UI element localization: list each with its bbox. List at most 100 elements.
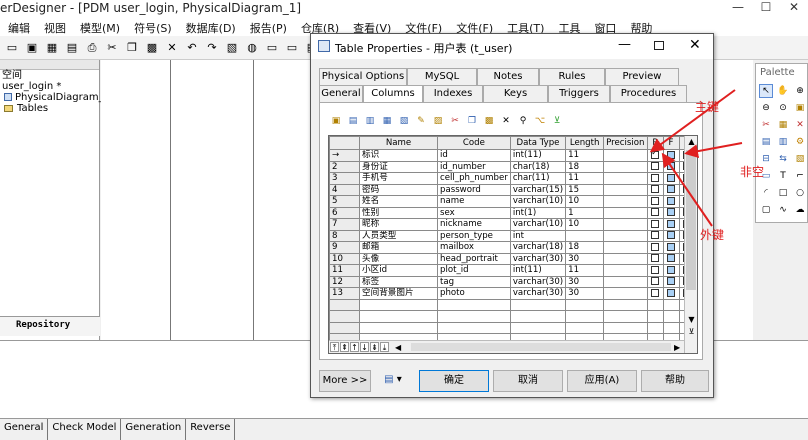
column-length[interactable]: 30	[565, 252, 605, 265]
dialog-tab[interactable]: Rules	[539, 68, 605, 85]
link-tool-icon[interactable]: ⇆	[776, 152, 790, 166]
foreign-key-checkbox[interactable]	[667, 231, 675, 240]
ellipse-tool-icon[interactable]: ○	[793, 186, 807, 200]
column-data-type[interactable]: char(11)	[509, 172, 567, 185]
tree-model[interactable]: user_login *	[0, 81, 99, 92]
cancel-button[interactable]: 取消	[493, 370, 563, 392]
column-name[interactable]: 头像	[359, 252, 438, 265]
column-code[interactable]: tag	[437, 275, 511, 288]
column-code[interactable]: id_number	[437, 160, 511, 173]
menu-item[interactable]: 报告(P)	[242, 18, 293, 36]
dialog-tab[interactable]: Preview	[605, 68, 679, 85]
move-down-page-icon[interactable]: ⇟	[370, 342, 379, 352]
primary-key-checkbox[interactable]	[651, 288, 659, 297]
column-code[interactable]: nickname	[437, 218, 511, 231]
column-header[interactable]: Name	[359, 136, 438, 150]
properties-icon[interactable]: ▣	[329, 114, 343, 128]
column-name[interactable]: 姓名	[359, 195, 438, 208]
column-row[interactable]: → 标识 id int(11) 11	[329, 149, 696, 162]
globe-icon[interactable]: ◍	[245, 41, 259, 55]
rename-icon[interactable]: ✎	[414, 114, 428, 128]
copy-icon[interactable]: ❐	[465, 114, 479, 128]
cut-icon[interactable]: ✂	[105, 41, 119, 55]
customize-icon[interactable]: ▨	[431, 114, 445, 128]
column-precision[interactable]	[603, 241, 648, 254]
primary-key-checkbox[interactable]	[651, 265, 659, 274]
column-length[interactable]: 11	[565, 264, 605, 277]
column-code[interactable]: sex	[437, 206, 511, 219]
menu-item[interactable]: 模型(M)	[72, 18, 126, 36]
dialog-close-button[interactable]: ✕	[689, 37, 701, 53]
folder-icon[interactable]: ▭	[265, 41, 279, 55]
column-row[interactable]: 7 昵称 nickname varchar(10) 10	[329, 218, 696, 231]
column-header[interactable]: Code	[437, 136, 511, 150]
paste-icon[interactable]: ▩	[482, 114, 496, 128]
column-length[interactable]: 10	[565, 195, 605, 208]
grid-vertical-scrollbar[interactable]: ▲ ▼ ⊻	[684, 136, 697, 353]
column-row[interactable]: 8 人员类型 person_type int	[329, 229, 696, 242]
column-length[interactable]: 30	[565, 275, 605, 288]
curve-tool-icon[interactable]: ∿	[776, 203, 790, 217]
column-precision[interactable]	[603, 229, 648, 242]
column-name[interactable]: 身份证	[359, 160, 438, 173]
primary-key-checkbox[interactable]	[651, 185, 659, 194]
zoom-reset-tool-icon[interactable]: ⊙	[776, 101, 790, 115]
menu-dropdown-button[interactable]: ▤ ▾	[375, 370, 411, 392]
primary-key-checkbox[interactable]	[651, 254, 659, 263]
table-tool-icon[interactable]: ▤	[759, 135, 773, 149]
menu-item[interactable]: 数据库(D)	[178, 18, 242, 36]
move-bottom-icon[interactable]: ⤓	[380, 342, 389, 352]
open-package-tool-icon[interactable]: ▣	[793, 101, 807, 115]
output-tab[interactable]: Generation	[121, 419, 187, 440]
primary-key-checkbox[interactable]	[651, 208, 659, 217]
zoom-in-tool-icon[interactable]: ⊕	[793, 84, 807, 98]
column-name[interactable]: 人员类型	[359, 229, 438, 242]
column-length[interactable]: 15	[565, 183, 605, 196]
rounded-rect-tool-icon[interactable]: ▢	[759, 203, 773, 217]
apply-button[interactable]: 应用(A)	[567, 370, 637, 392]
close-button[interactable]: ✕	[780, 0, 808, 18]
column-precision[interactable]	[603, 183, 648, 196]
dialog-tab[interactable]: MySQL	[407, 68, 477, 85]
foreign-key-checkbox[interactable]	[667, 150, 675, 159]
help-button[interactable]: 帮助	[641, 370, 709, 392]
ok-button[interactable]: 确定	[419, 370, 489, 392]
column-data-type[interactable]: int(11)	[509, 264, 567, 277]
paste-icon[interactable]: ▩	[145, 41, 159, 55]
column-precision[interactable]	[603, 275, 648, 288]
column-code[interactable]: plot_id	[437, 264, 511, 277]
procedure-tool-icon[interactable]: ⚙	[793, 135, 807, 149]
column-row[interactable]: 6 性别 sex int(1) 1	[329, 206, 696, 219]
arc-tool-icon[interactable]: ◜	[759, 186, 773, 200]
print-preview-icon[interactable]: ▤	[65, 41, 79, 55]
column-name[interactable]: 标识	[359, 149, 438, 162]
column-length[interactable]: 18	[565, 241, 605, 254]
foreign-key-checkbox[interactable]	[667, 173, 675, 182]
column-row[interactable]: 9 邮箱 mailbox varchar(18) 18	[329, 241, 696, 254]
dialog-tab[interactable]: Physical Options	[319, 68, 407, 85]
save-all-icon[interactable]: ▦	[45, 41, 59, 55]
filter-icon[interactable]: ⌥	[533, 114, 547, 128]
add-rows-icon[interactable]: ▦	[380, 114, 394, 128]
dialog-tab[interactable]: Columns	[363, 85, 423, 102]
tree-root[interactable]: 空间	[0, 70, 99, 81]
find-icon[interactable]: ⚲	[516, 114, 530, 128]
copy-icon[interactable]: ❐	[125, 41, 139, 55]
column-code[interactable]: mailbox	[437, 241, 511, 254]
column-header[interactable]: Precision	[603, 136, 648, 150]
column-name[interactable]: 性别	[359, 206, 438, 219]
grabber-tool-icon[interactable]: ✋	[776, 84, 790, 98]
column-precision[interactable]	[603, 149, 648, 162]
open-folder-icon[interactable]: ▭	[5, 41, 19, 55]
column-row[interactable]: 3 手机号 cell_ph_number char(11) 11	[329, 172, 696, 185]
foreign-key-checkbox[interactable]	[667, 288, 675, 297]
output-tab[interactable]: Reverse	[186, 419, 236, 440]
column-code[interactable]: person_type	[437, 229, 511, 242]
column-length[interactable]: 11	[565, 172, 605, 185]
column-name[interactable]: 密码	[359, 183, 438, 196]
dialog-tab[interactable]: Indexes	[423, 85, 483, 102]
primary-key-checkbox[interactable]	[651, 196, 659, 205]
delete-tool-icon[interactable]: ✕	[793, 118, 807, 132]
column-precision[interactable]	[603, 195, 648, 208]
column-name[interactable]: 标签	[359, 275, 438, 288]
